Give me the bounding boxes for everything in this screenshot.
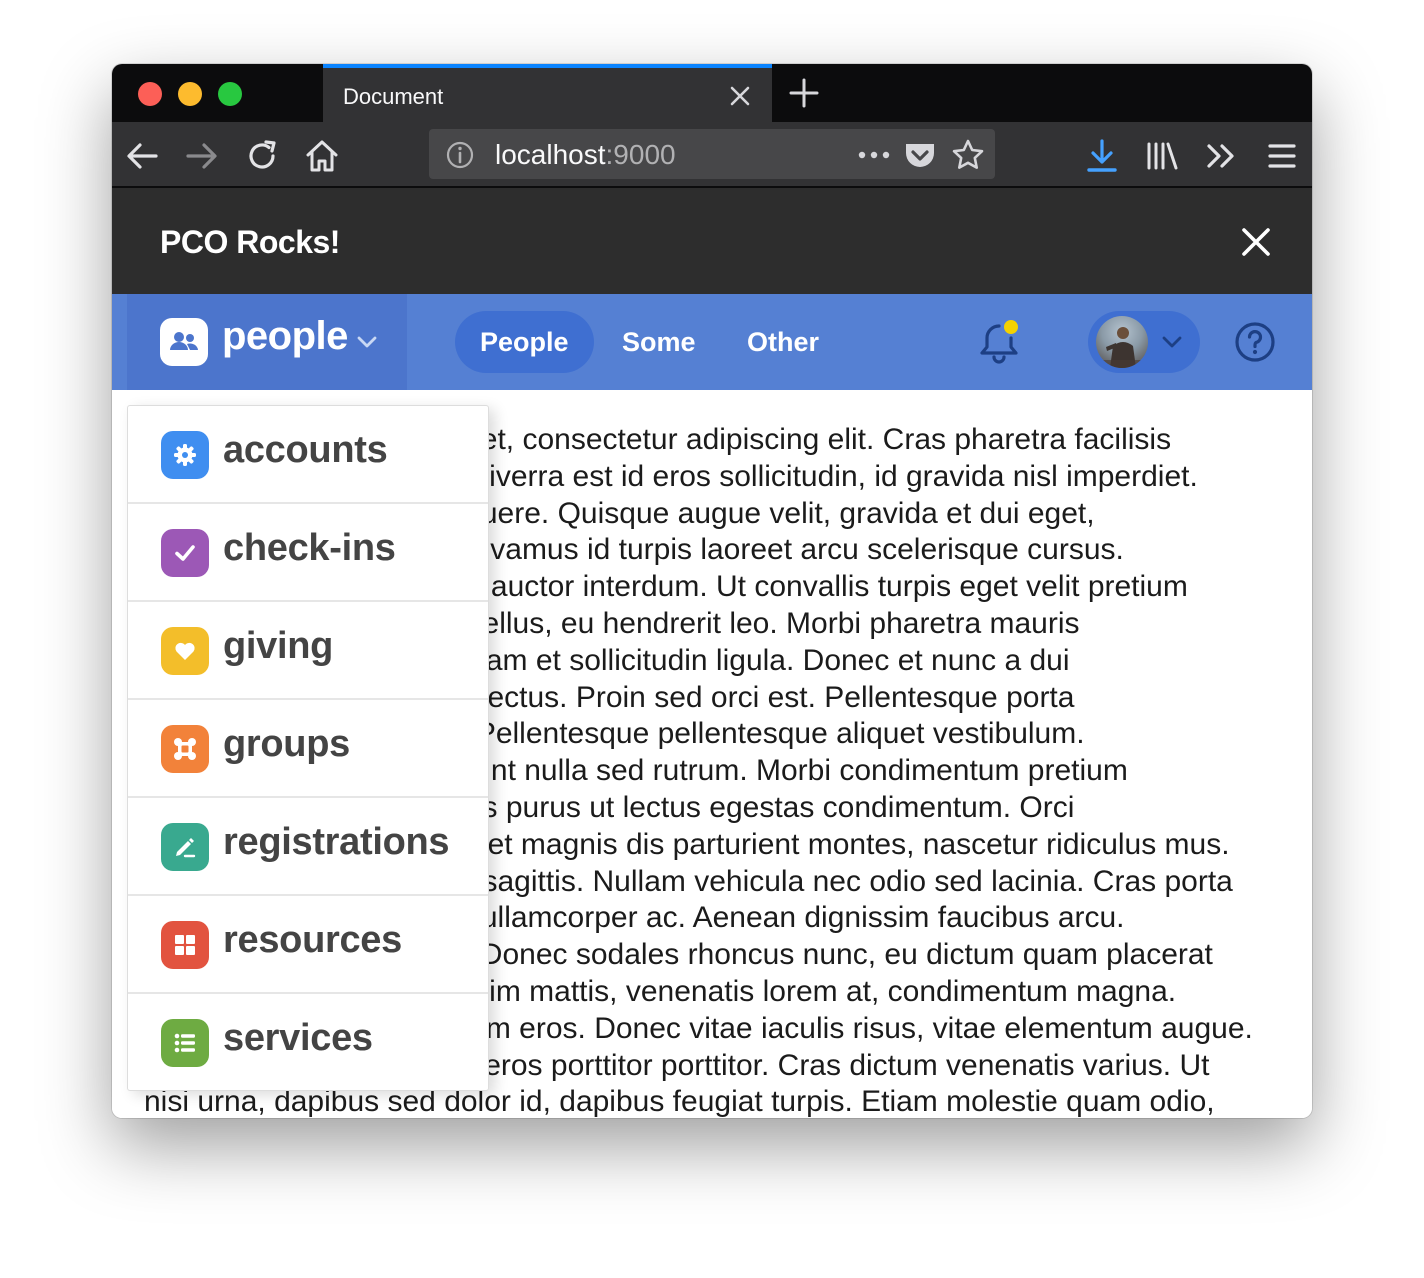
forward-arrow-icon[interactable]	[184, 138, 220, 174]
menu-item-label: services	[223, 1017, 373, 1059]
browser-tab[interactable]: Document	[323, 64, 772, 122]
tab-title: Document	[343, 84, 444, 109]
list-icon	[161, 1019, 209, 1067]
app-title-bar: PCO Rocks!	[112, 188, 1312, 294]
window-minimize-button[interactable]	[178, 82, 202, 106]
url-port: :9000	[605, 139, 676, 170]
url-host: localhost	[495, 139, 606, 170]
menu-item-giving[interactable]: giving	[128, 602, 488, 700]
back-arrow-icon[interactable]	[124, 138, 160, 174]
product-name: people	[222, 314, 348, 358]
page-actions-icon[interactable]	[857, 141, 891, 169]
overflow-chevron-icon[interactable]	[1204, 138, 1240, 174]
app-title: PCO Rocks!	[160, 224, 340, 260]
tab-close-icon[interactable]	[726, 82, 754, 110]
menu-item-groups[interactable]: groups	[128, 700, 488, 798]
home-icon[interactable]	[304, 138, 340, 174]
menu-item-label: check-ins	[223, 527, 396, 569]
menu-item-label: groups	[223, 723, 350, 765]
menu-item-label: registrations	[223, 821, 450, 863]
pocket-icon[interactable]	[903, 138, 937, 172]
url-bar[interactable]: localhost:9000	[429, 129, 995, 179]
chevron-down-icon	[1160, 330, 1184, 354]
window-zoom-button[interactable]	[218, 82, 242, 106]
product-nav: people People Some Other	[112, 294, 1312, 390]
menu-item-check-ins[interactable]: check-ins	[128, 504, 488, 602]
library-icon[interactable]	[1144, 138, 1180, 174]
browser-window: Document localhost:9000 PCO Rocks! peopl…	[112, 64, 1312, 1118]
avatar	[1096, 316, 1148, 368]
heart-icon	[161, 627, 209, 675]
groups-icon	[161, 725, 209, 773]
tab-other[interactable]: Other	[747, 311, 819, 373]
tab-strip: Document	[112, 64, 1312, 122]
menu-item-label: giving	[223, 625, 334, 667]
site-info-icon[interactable]	[445, 140, 475, 170]
hamburger-menu-icon[interactable]	[1264, 138, 1300, 174]
browser-toolbar: localhost:9000	[112, 122, 1312, 188]
new-tab-icon[interactable]	[787, 76, 821, 110]
people-logo-icon	[160, 318, 208, 366]
menu-item-services[interactable]: services	[128, 994, 488, 1090]
menu-item-resources[interactable]: resources	[128, 896, 488, 994]
chevron-down-icon	[355, 330, 379, 354]
help-icon[interactable]	[1234, 321, 1276, 363]
menu-item-registrations[interactable]: registrations	[128, 798, 488, 896]
tab-people[interactable]: People	[455, 311, 594, 373]
close-icon[interactable]	[1240, 226, 1272, 258]
checkmark-icon	[161, 529, 209, 577]
product-switcher[interactable]: people	[127, 294, 407, 390]
url-text: localhost:9000	[495, 139, 676, 171]
pencil-icon	[161, 823, 209, 871]
window-close-button[interactable]	[138, 82, 162, 106]
grid-icon	[161, 921, 209, 969]
download-icon[interactable]	[1084, 138, 1120, 174]
bookmark-star-icon[interactable]	[951, 138, 985, 172]
menu-item-accounts[interactable]: accounts	[128, 406, 488, 504]
menu-item-label: resources	[223, 919, 402, 961]
notification-bell-icon[interactable]	[978, 318, 1024, 364]
user-menu-button[interactable]	[1088, 311, 1200, 373]
tab-some[interactable]: Some	[622, 311, 696, 373]
gear-icon	[161, 431, 209, 479]
reload-icon[interactable]	[244, 138, 280, 174]
menu-item-label: accounts	[223, 429, 388, 471]
product-dropdown-menu: accounts check-ins giving groups registr	[127, 405, 489, 1091]
